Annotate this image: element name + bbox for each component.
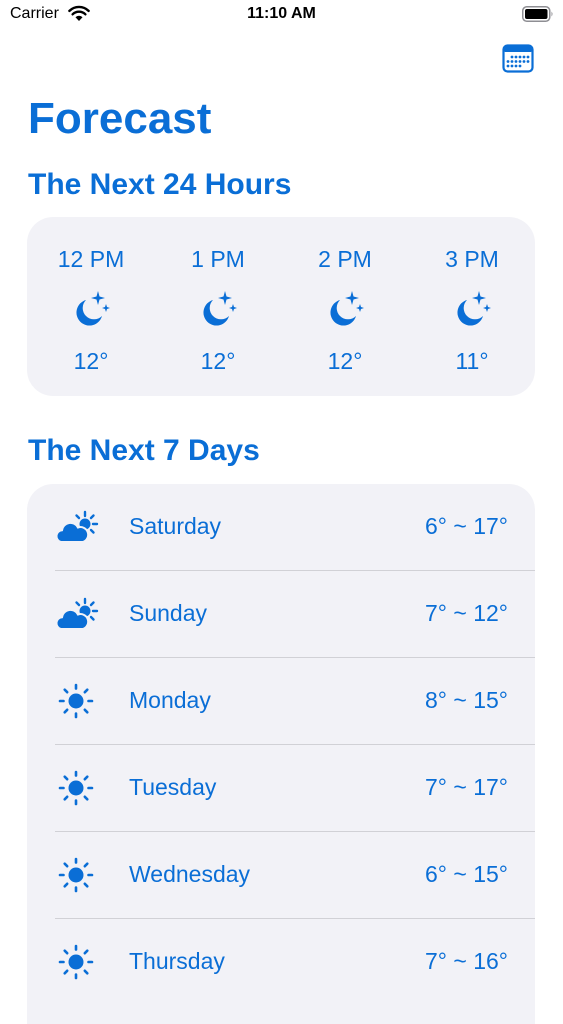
temp-range: 6° ~ 15° (425, 861, 508, 887)
day-name: Sunday (129, 600, 208, 626)
hour-temp: 11° (455, 348, 489, 374)
day-name: Tuesday (129, 774, 217, 800)
day-name: Saturday (129, 513, 222, 539)
sun-icon (58, 683, 94, 719)
day-row-saturday[interactable]: Saturday 6° ~ 17° (55, 484, 535, 571)
moon-stars-icon (203, 291, 237, 326)
day-name: Wednesday (129, 861, 251, 887)
temp-range: 7° ~ 17° (425, 774, 508, 800)
day-name: Monday (129, 687, 211, 713)
hourly-item: 1 PM 12° (163, 217, 273, 396)
daily-section-title: The Next 7 Days (28, 434, 260, 467)
cloud-sun-icon (55, 597, 99, 630)
hour-time: 3 PM (445, 246, 499, 272)
status-bar: Carrier 11:10 AM (0, 0, 563, 30)
hourly-section-title: The Next 24 Hours (28, 168, 292, 201)
day-row-thursday[interactable]: Thursday 7° ~ 16° (55, 919, 535, 1006)
hourly-item: 2 PM 12° (290, 217, 400, 396)
hour-time: 2 PM (318, 246, 372, 272)
sun-icon (58, 770, 94, 806)
hour-temp: 12° (73, 348, 109, 374)
temp-range: 7° ~ 12° (425, 600, 508, 626)
moon-stars-icon (457, 291, 491, 326)
temp-range: 6° ~ 17° (425, 513, 508, 539)
hourly-item: 12 PM 12° (36, 217, 146, 396)
hour-temp: 12° (200, 348, 236, 374)
hourly-forecast-card: 12 PM 12° 1 PM 12° 2 PM 12° 3 PM 11° (27, 217, 535, 396)
hour-temp: 12° (327, 348, 363, 374)
sun-icon (58, 857, 94, 893)
sun-icon (58, 944, 94, 980)
hour-time: 1 PM (191, 246, 245, 272)
status-time: 11:10 AM (247, 5, 316, 22)
hour-time: 12 PM (57, 246, 125, 272)
temp-range: 7° ~ 16° (425, 948, 508, 974)
daily-forecast-card: Saturday 6° ~ 17° Sunday 7° ~ 12° Monday… (27, 484, 535, 1024)
day-row-sunday[interactable]: Sunday 7° ~ 12° (55, 571, 535, 658)
day-row-tuesday[interactable]: Tuesday 7° ~ 17° (55, 745, 535, 832)
cloud-sun-icon (55, 510, 99, 543)
moon-stars-icon (330, 291, 364, 326)
day-row-monday[interactable]: Monday 8° ~ 15° (55, 658, 535, 745)
page-title: Forecast (28, 94, 212, 143)
hourly-item: 3 PM 11° (417, 217, 527, 396)
calendar-icon[interactable] (502, 43, 534, 73)
day-name: Thursday (129, 948, 225, 974)
day-row-wednesday[interactable]: Wednesday 6° ~ 15° (55, 832, 535, 919)
temp-range: 8° ~ 15° (425, 687, 508, 713)
battery-icon (522, 6, 553, 22)
moon-stars-icon (76, 291, 110, 326)
